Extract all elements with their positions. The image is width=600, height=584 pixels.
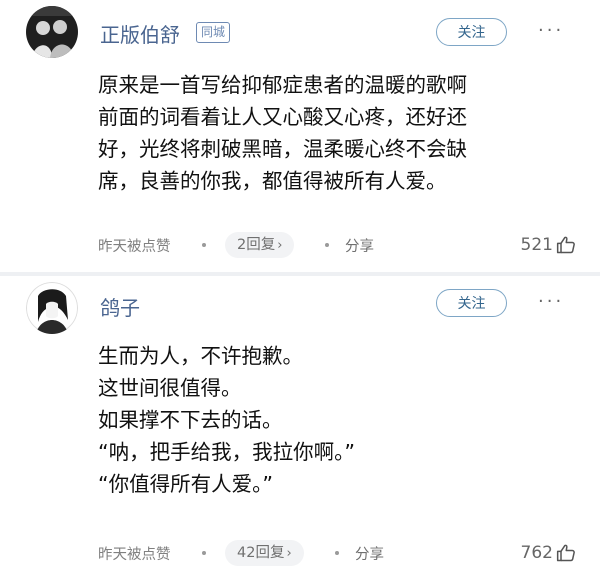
username[interactable]: 正版伯舒 [100,19,180,48]
avatar[interactable] [26,6,78,58]
avatar[interactable] [26,282,78,334]
thumbs-up-icon [556,544,575,562]
comment-text-line: 席，良善的你我，都值得被所有人爱。 [98,169,447,193]
separator-dot [335,551,339,555]
like-count: 521 [520,235,553,255]
comment-text-line: “你值得所有人爱。” [98,472,273,496]
separator-dot [202,551,206,555]
follow-button[interactable]: 关注 [436,289,507,317]
avatar-photo [26,6,78,58]
chevron-right-icon: › [286,546,292,561]
like-button[interactable]: 521 [521,232,576,258]
comment-card: 正版伯舒 同城 关注 ··· 原来是一首写给抑郁症患者的温暖的歌啊 前面的词看着… [0,0,600,272]
follow-button[interactable]: 关注 [436,18,507,46]
comment-text: 原来是一首写给抑郁症患者的温暖的歌啊 前面的词看着让人又心酸又心疼，还好还 好，… [98,69,568,197]
username[interactable]: 鸽子 [100,292,140,321]
like-count: 762 [520,543,553,563]
comment-card: 鸽子 关注 ··· 生而为人，不许抱歉。 这世间很值得。 如果撑不下去的话。 “… [0,276,600,584]
separator-dot [325,243,329,247]
thumbs-up-icon [556,236,575,254]
comment-text-line: 这世间很值得。 [98,376,242,400]
timestamp: 昨天被点赞 [98,547,171,563]
separator-dot [202,243,206,247]
comment-text-line: 原来是一首写给抑郁症患者的温暖的歌啊 [98,73,467,97]
replies-count: 42回复 [237,545,285,561]
timestamp: 昨天被点赞 [98,239,171,255]
share-button[interactable]: 分享 [355,543,384,564]
comment-text-line: 生而为人，不许抱歉。 [98,344,303,368]
avatar-drawing [26,282,78,334]
location-badge: 同城 [196,22,231,43]
replies-count: 2回复 [237,237,276,253]
replies-button[interactable]: 2回复 › [225,232,295,258]
comment-footer: 昨天被点赞 2回复 › 分享 521 [98,232,576,258]
like-button[interactable]: 762 [521,540,576,566]
comment-text-line: “呐，把手给我，我拉你啊。” [98,440,355,464]
share-button[interactable]: 分享 [345,235,374,256]
comment-text: 生而为人，不许抱歉。 这世间很值得。 如果撑不下去的话。 “呐，把手给我，我拉你… [98,340,518,500]
comment-text-line: 前面的词看着让人又心酸又心疼，还好还 [98,105,467,129]
comment-text-line: 如果撑不下去的话。 [98,408,283,432]
more-dots-icon[interactable]: ··· [538,22,570,40]
chevron-right-icon: › [277,238,283,253]
more-dots-icon[interactable]: ··· [538,293,570,311]
comment-footer: 昨天被点赞 42回复 › 分享 762 [98,540,576,566]
comment-text-line: 好，光终将刺破黑暗，温柔暖心终不会缺 [98,137,467,161]
replies-button[interactable]: 42回复 › [225,540,304,566]
